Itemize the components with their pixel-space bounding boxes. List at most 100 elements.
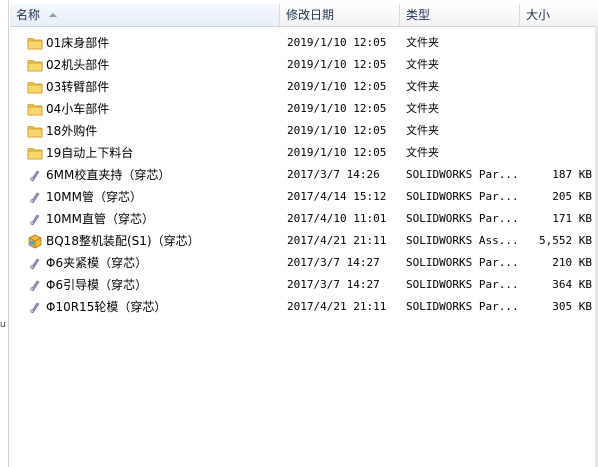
solidworks-part-icon: [27, 255, 43, 271]
column-header-size-label: 大小: [526, 8, 551, 22]
file-row[interactable]: 02机头部件 2019/1/10 12:05 文件夹: [10, 54, 598, 76]
file-row[interactable]: Φ10R15轮模（穿芯） 2017/4/21 21:11 SOLIDWORKS Pa…: [10, 296, 598, 318]
file-size: 5,552 KB: [539, 234, 592, 247]
file-name-cell: 03转臂部件: [25, 76, 280, 98]
file-row[interactable]: 6MM校直夹持（穿芯） 2017/3/7 14:26 SOLIDWORKS Par.…: [10, 164, 598, 186]
file-type: SOLIDWORKS Par...: [406, 300, 516, 313]
file-name: 6MM校直夹持（穿芯）: [46, 168, 171, 182]
file-name: 19自动上下料台: [46, 146, 134, 160]
navigation-pane-edge: u: [0, 0, 9, 467]
sort-ascending-icon: [48, 12, 57, 17]
folder-icon: [27, 101, 43, 117]
file-type: SOLIDWORKS Par...: [406, 256, 516, 269]
file-date: 2019/1/10 12:05: [287, 58, 387, 71]
file-name-cell: 04小车部件: [25, 98, 280, 120]
file-row[interactable]: 10MM直管（穿芯） 2017/4/10 11:01 SOLIDWORKS Par.…: [10, 208, 598, 230]
file-size: [523, 76, 592, 98]
solidworks-part-icon: [27, 167, 43, 183]
file-name: 03转臂部件: [46, 80, 110, 94]
file-name: 04小车部件: [46, 102, 110, 116]
file-name-cell: 01床身部件: [25, 32, 280, 54]
file-type: 文件夹: [406, 146, 439, 159]
file-name: 10MM直管（穿芯）: [46, 212, 154, 226]
file-row[interactable]: 18外购件 2019/1/10 12:05 文件夹: [10, 120, 598, 142]
file-row[interactable]: 10MM管（穿芯） 2017/4/14 15:12 SOLIDWORKS Par..…: [10, 186, 598, 208]
file-date: 2017/3/7 14:27: [287, 256, 380, 269]
file-date: 2019/1/10 12:05: [287, 102, 387, 115]
solidworks-part-icon: [27, 189, 43, 205]
file-type: SOLIDWORKS Par...: [406, 168, 516, 181]
file-name-cell: 18外购件: [25, 120, 280, 142]
file-name-cell: Φ6引导模（穿芯）: [25, 274, 280, 296]
folder-icon: [27, 145, 43, 161]
file-size: 171 KB: [552, 212, 592, 225]
solidworks-assembly-icon: [27, 233, 43, 249]
file-name: Φ6夹紧模（穿芯）: [46, 256, 148, 270]
column-header-bar: 名称 修改日期 类型 大小: [10, 4, 598, 27]
file-size: [523, 98, 592, 120]
column-header-type-label: 类型: [406, 8, 431, 22]
file-name: Φ6引导模（穿芯）: [46, 278, 148, 292]
file-name: 02机头部件: [46, 58, 110, 72]
file-row[interactable]: BQ18整机装配(S1)（穿芯） 2017/4/21 21:11 SOLIDWORK…: [10, 230, 598, 252]
file-row[interactable]: Φ6夹紧模（穿芯） 2017/3/7 14:27 SOLIDWORKS Par...…: [10, 252, 598, 274]
file-date: 2017/4/21 21:11: [287, 300, 387, 313]
file-type: 文件夹: [406, 36, 439, 49]
file-size: 187 KB: [552, 168, 592, 181]
file-name: 10MM管（穿芯）: [46, 190, 142, 204]
solidworks-part-icon: [27, 277, 43, 293]
file-size: 210 KB: [552, 256, 592, 269]
navigation-pane-text-fragment: u: [0, 320, 6, 330]
file-size: 205 KB: [552, 190, 592, 203]
file-date: 2017/3/7 14:27: [287, 278, 380, 291]
folder-icon: [27, 35, 43, 51]
file-name-cell: 02机头部件: [25, 54, 280, 76]
file-name: 18外购件: [46, 124, 98, 138]
column-header-size[interactable]: 大小: [520, 4, 598, 26]
folder-icon: [27, 123, 43, 139]
file-name: Φ10R15轮模（穿芯）: [46, 300, 167, 314]
file-date: 2019/1/10 12:05: [287, 124, 387, 137]
file-name: BQ18整机装配(S1)（穿芯）: [46, 234, 200, 248]
file-row[interactable]: 01床身部件 2019/1/10 12:05 文件夹: [10, 32, 598, 54]
file-name-cell: Φ10R15轮模（穿芯）: [25, 296, 280, 318]
file-size: [523, 120, 592, 142]
file-type: SOLIDWORKS Ass...: [406, 234, 516, 247]
file-type: SOLIDWORKS Par...: [406, 190, 516, 203]
file-date: 2019/1/10 12:05: [287, 36, 387, 49]
file-type: SOLIDWORKS Par...: [406, 278, 516, 291]
file-type: SOLIDWORKS Par...: [406, 212, 516, 225]
file-row[interactable]: Φ6引导模（穿芯） 2017/3/7 14:27 SOLIDWORKS Par...…: [10, 274, 598, 296]
file-date: 2017/4/14 15:12: [287, 190, 387, 203]
file-date: 2019/1/10 12:05: [287, 80, 387, 93]
file-size: [523, 32, 592, 54]
column-header-date-label: 修改日期: [286, 8, 335, 22]
file-type: 文件夹: [406, 102, 439, 115]
file-row[interactable]: 19自动上下料台 2019/1/10 12:05 文件夹: [10, 142, 598, 164]
column-header-name[interactable]: 名称: [10, 4, 280, 26]
file-row[interactable]: 04小车部件 2019/1/10 12:05 文件夹: [10, 98, 598, 120]
file-list: 名称 修改日期 类型 大小 01床身部件 2019/1/10 12:05 文件夹 02…: [10, 0, 598, 467]
file-name-cell: 19自动上下料台: [25, 142, 280, 164]
file-date: 2019/1/10 12:05: [287, 146, 387, 159]
column-header-date[interactable]: 修改日期: [280, 4, 400, 26]
solidworks-part-icon: [27, 211, 43, 227]
file-date: 2017/4/10 11:01: [287, 212, 387, 225]
file-name-cell: Φ6夹紧模（穿芯）: [25, 252, 280, 274]
file-type: 文件夹: [406, 58, 439, 71]
file-size: [523, 142, 592, 164]
file-row[interactable]: 03转臂部件 2019/1/10 12:05 文件夹: [10, 76, 598, 98]
file-type: 文件夹: [406, 124, 439, 137]
solidworks-part-icon: [27, 299, 43, 315]
file-size: [523, 54, 592, 76]
file-name-cell: BQ18整机装配(S1)（穿芯）: [25, 230, 280, 252]
file-name-cell: 6MM校直夹持（穿芯）: [25, 164, 280, 186]
column-header-name-label: 名称: [16, 8, 41, 22]
file-name-cell: 10MM管（穿芯）: [25, 186, 280, 208]
column-header-type[interactable]: 类型: [400, 4, 520, 26]
file-date: 2017/3/7 14:26: [287, 168, 380, 181]
folder-icon: [27, 57, 43, 73]
folder-icon: [27, 79, 43, 95]
file-date: 2017/4/21 21:11: [287, 234, 387, 247]
file-size: 364 KB: [552, 278, 592, 291]
